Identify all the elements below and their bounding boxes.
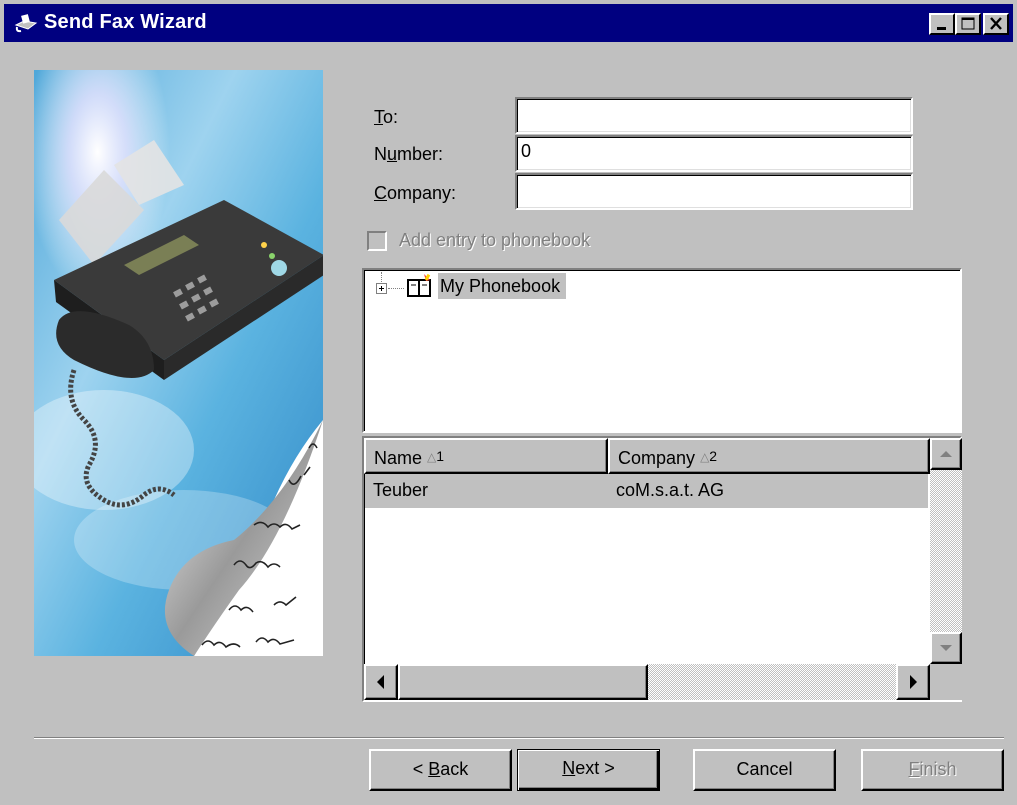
company-input[interactable] (515, 173, 913, 210)
expand-icon[interactable] (376, 283, 387, 294)
arrow-right-icon (910, 675, 917, 689)
phonebook-tree[interactable]: My Phonebook (362, 268, 962, 433)
number-input[interactable]: 0 (515, 135, 913, 172)
title-bar[interactable]: Send Fax Wizard (4, 4, 1013, 42)
scroll-left-button[interactable] (364, 664, 398, 700)
scroll-down-button[interactable] (930, 632, 962, 664)
close-icon (990, 17, 1002, 30)
vertical-scrollbar[interactable] (930, 438, 962, 664)
row-name: Teuber (373, 480, 429, 500)
send-fax-wizard-window: Send Fax Wizard To: Number: 0 Company: A… (0, 0, 1017, 805)
cancel-button[interactable]: Cancel (693, 749, 836, 791)
to-input[interactable] (515, 97, 913, 134)
fax-app-icon (14, 14, 38, 33)
window-title: Send Fax Wizard (44, 11, 207, 33)
fax-machine-illustration (34, 70, 323, 656)
scroll-up-button[interactable] (930, 438, 962, 470)
sort-ascending-icon: △ (427, 450, 437, 464)
maximize-button[interactable] (955, 13, 981, 35)
row-company: coM.s.a.t. AG (616, 480, 725, 500)
phonebook-icon (407, 273, 431, 297)
arrow-up-icon (940, 451, 952, 457)
company-label: Company: (374, 183, 457, 203)
next-button[interactable]: Next > (517, 749, 660, 791)
scroll-thumb[interactable] (398, 664, 648, 700)
column-header-name[interactable]: Name △1 (364, 438, 608, 474)
tree-item-my-phonebook[interactable]: My Phonebook (438, 273, 567, 299)
horizontal-scrollbar[interactable] (364, 664, 930, 700)
minimize-icon (937, 27, 946, 30)
contacts-list[interactable]: Name △1 Company △2 Teuber coM.s.a.t. AG (362, 436, 962, 702)
back-button[interactable]: < Back (369, 749, 512, 791)
table-row[interactable]: Teuber coM.s.a.t. AG (365, 474, 928, 508)
scroll-corner (930, 664, 962, 700)
finish-button[interactable]: Finish (861, 749, 1004, 791)
maximize-icon (961, 17, 975, 30)
arrow-down-icon (940, 645, 952, 651)
arrow-left-icon (377, 675, 384, 689)
sort-ascending-icon: △ (700, 450, 710, 464)
to-label: To: (374, 107, 399, 127)
minimize-button[interactable] (929, 13, 955, 35)
column-header-company[interactable]: Company △2 (608, 438, 930, 474)
scroll-right-button[interactable] (896, 664, 930, 700)
number-label: Number: (374, 144, 444, 164)
close-button[interactable] (983, 13, 1009, 35)
add-entry-label: Add entry to phonebook (399, 230, 591, 250)
add-entry-checkbox[interactable] (367, 231, 387, 251)
button-separator (34, 737, 1004, 739)
